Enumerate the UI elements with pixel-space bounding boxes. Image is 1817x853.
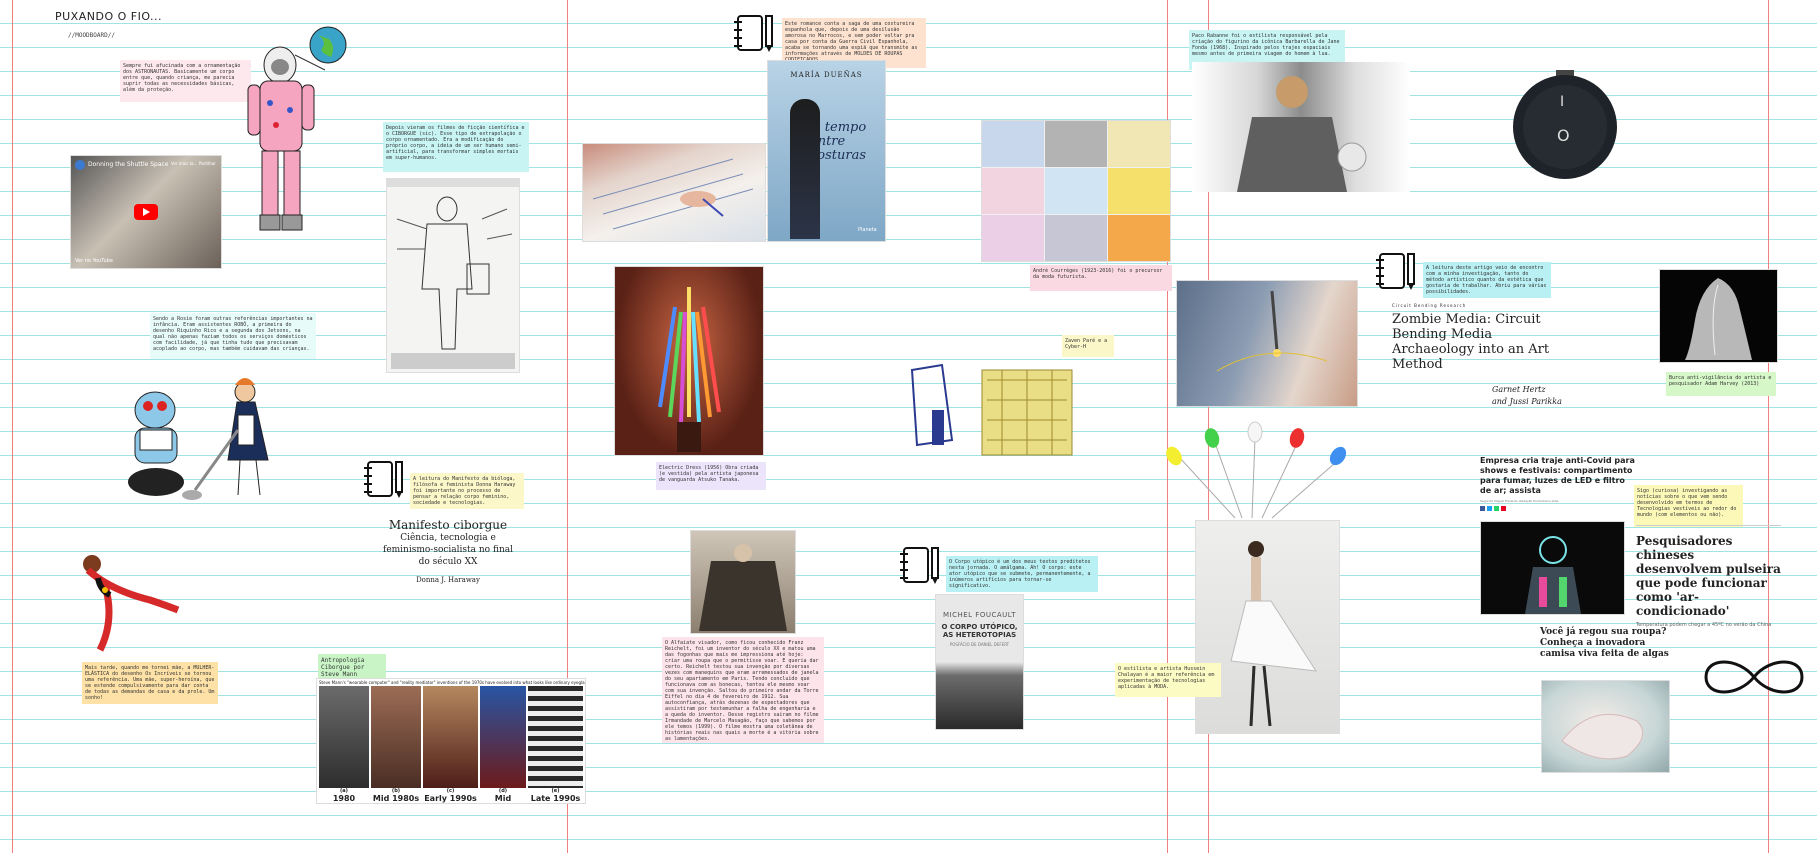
- covid-suit-photo[interactable]: [1480, 521, 1625, 615]
- share-button[interactable]: Partilhar: [199, 161, 216, 166]
- mann-strip-image[interactable]: Steve Mann's "wearable computer" and "re…: [316, 678, 586, 804]
- note-circuit[interactable]: A leitura deste artigo veio de encontro …: [1423, 262, 1551, 298]
- switch-on-mark: I: [1560, 94, 1565, 110]
- mann-strip-header: Steve Mann's "wearable computer" and "re…: [319, 680, 585, 685]
- note-chalayan[interactable]: O estilista e artista Hussein Chalayan é…: [1115, 663, 1221, 697]
- whatsapp-icon[interactable]: [1494, 506, 1499, 511]
- novel-publisher: Planeta: [858, 227, 877, 233]
- electric-dress-photo[interactable]: [614, 266, 764, 456]
- switch-off-mark: O: [1557, 126, 1570, 145]
- note-tanaka[interactable]: Electric Dress (1956) Obra criada (e ves…: [656, 462, 766, 490]
- courreges-tile: [982, 121, 1044, 167]
- mann-caption-d: (d)Mid 1990s: [494, 788, 512, 803]
- news-bracelet-headline: Pesquisadores chineses desenvolvem pulse…: [1636, 534, 1781, 618]
- note-sigo[interactable]: Sigo (curiosa) investigando as notícias …: [1634, 485, 1743, 527]
- algae-shirt-photo[interactable]: [1541, 680, 1670, 773]
- note-courreges[interactable]: André Courrèges (1923-2016) foi o precur…: [1030, 265, 1172, 291]
- watch-later[interactable]: Ver mais ta...: [171, 161, 197, 166]
- news-covid-headline: Empresa cria traje anti-Covid para shows…: [1480, 456, 1635, 495]
- share-icons[interactable]: [1480, 506, 1638, 511]
- novel-book-cover[interactable]: MARÍA DUEÑAS O tempo entre costuras Plan…: [767, 60, 886, 242]
- courreges-tile: [982, 215, 1044, 261]
- pattern-drafting-photo[interactable]: [582, 143, 766, 242]
- power-switch-image[interactable]: I O: [1510, 70, 1620, 180]
- cyborg-diagram-image[interactable]: [386, 178, 520, 373]
- note-burqa[interactable]: Burca anti-vigilância do artista e pesqu…: [1666, 372, 1776, 396]
- mann-caption-c: (c) Early 1990s: [424, 788, 477, 803]
- video-title: Donning the Shuttle Space ...: [88, 161, 168, 168]
- manifesto-author: Donna J. Haraway: [416, 576, 480, 584]
- zombie-media-article[interactable]: Circuit Bending Research Zombie Media: C…: [1392, 303, 1572, 408]
- zombie-title: Zombie Media: Circuit Bending Media Arch…: [1392, 312, 1550, 372]
- youtube-link[interactable]: Ver no YouTube: [75, 258, 113, 264]
- zombie-kicker: Circuit Bending Research: [1392, 303, 1467, 308]
- manifesto-title: Manifesto ciborgue: [388, 518, 508, 532]
- twitter-icon[interactable]: [1487, 506, 1492, 511]
- courreges-tile: [1045, 121, 1107, 167]
- mann-caption-b: (b) Mid 1980s: [372, 788, 420, 803]
- mann-photo-a: [319, 686, 369, 788]
- board-subtitle: //MOODBOARD//: [68, 32, 115, 39]
- note-foucault[interactable]: O Corpo utópico é um dos meus textos pre…: [946, 556, 1098, 592]
- notebook-icon: [1374, 250, 1419, 294]
- leds-image[interactable]: [1160, 418, 1350, 523]
- elastigirl-drawing[interactable]: [70, 550, 180, 660]
- zaven-sculpture-photo[interactable]: [892, 350, 1092, 465]
- note-reichelt[interactable]: O Alfaiate visador, como ficou conhecido…: [662, 637, 824, 743]
- notebook-icon: [898, 544, 943, 588]
- mann-photo-b: [371, 686, 421, 788]
- astronaut-drawing[interactable]: [240, 15, 350, 245]
- novel-figure: [790, 99, 820, 239]
- foucault-book-cover[interactable]: MICHEL FOUCAULT O CORPO UTÓPICO, AS HETE…: [935, 594, 1024, 730]
- news-algae-headline: Você já regou sua roupa? Conheça a inova…: [1540, 627, 1669, 659]
- play-icon[interactable]: [134, 204, 158, 220]
- infinity-icon: [1698, 652, 1810, 702]
- courreges-tile: [1045, 215, 1107, 261]
- rabanne-photo[interactable]: [1192, 62, 1410, 192]
- courreges-grid[interactable]: [981, 120, 1171, 262]
- burqa-photo[interactable]: [1659, 269, 1778, 363]
- note-rosie[interactable]: Sendo a Rosie foram outras referências i…: [150, 313, 316, 359]
- pinterest-icon[interactable]: [1501, 506, 1506, 511]
- courreges-tile: [1045, 168, 1107, 214]
- foucault-author: MICHEL FOUCAULT: [943, 611, 1016, 619]
- note-elastic[interactable]: Mais tarde, quando me tornei mãe, a MULH…: [82, 662, 218, 704]
- note-mann[interactable]: Antropologia Ciborgue por Steve Mann: [318, 654, 386, 678]
- mann-photo-c: [423, 686, 478, 788]
- mann-caption-e: (e) Late 1990s: [530, 788, 581, 803]
- board-title: PUXANDO O FIO...: [55, 10, 163, 23]
- soldering-photo[interactable]: [1176, 280, 1358, 407]
- chalayan-photo[interactable]: [1195, 520, 1340, 734]
- news-covid-article[interactable]: Empresa cria traje anti-Covid para shows…: [1480, 456, 1638, 511]
- zombie-authors: Garnet Hertz and Jussi Parikka: [1492, 385, 1562, 406]
- manifesto-book[interactable]: Manifesto ciborgue Ciência, tecnologia e…: [378, 518, 518, 584]
- channel-avatar: [75, 160, 85, 170]
- courreges-tile: [982, 168, 1044, 214]
- reichelt-photo[interactable]: [690, 530, 796, 634]
- notebook-icon: [732, 12, 777, 56]
- courreges-tile: [1108, 168, 1170, 214]
- novel-title: O tempo entre costuras: [810, 120, 867, 163]
- robot-maid-drawing[interactable]: [120, 370, 330, 510]
- note-astronaut[interactable]: Sempre fui afucinada com a ornamentação …: [120, 60, 251, 102]
- news-bracelet-article[interactable]: Pesquisadores chineses desenvolvem pulse…: [1636, 525, 1781, 628]
- foucault-note: POSFÁCIO DE DANIEL DEFERT: [949, 642, 1010, 647]
- video-embed[interactable]: Donning the Shuttle Space ... Ver mais t…: [70, 155, 222, 269]
- manifesto-subtitle: Ciência, tecnologia e feminismo-socialis…: [382, 533, 514, 567]
- courreges-tile: [1108, 121, 1170, 167]
- novel-author: MARÍA DUEÑAS: [790, 71, 863, 79]
- courreges-tile: [1108, 215, 1170, 261]
- news-algae-article[interactable]: Você já regou sua roupa? Conheça a inova…: [1540, 627, 1675, 660]
- foucault-title: O CORPO UTÓPICO, AS HETEROTOPIAS: [941, 623, 1018, 639]
- mann-photo-d: [480, 686, 526, 788]
- note-cyborg-films[interactable]: Depois vieram os filmes de ficção cientí…: [383, 122, 529, 172]
- facebook-icon[interactable]: [1480, 506, 1485, 511]
- news-covid-meta: Segundo Miguel Eduardo, Redação Producti…: [1480, 499, 1560, 503]
- notebook-icon: [362, 458, 407, 502]
- mann-photo-e: [528, 686, 583, 788]
- note-manifesto[interactable]: A leitura do Manifesto da bióloga, filós…: [410, 473, 524, 509]
- mann-caption-a: (a) 1980: [332, 788, 356, 803]
